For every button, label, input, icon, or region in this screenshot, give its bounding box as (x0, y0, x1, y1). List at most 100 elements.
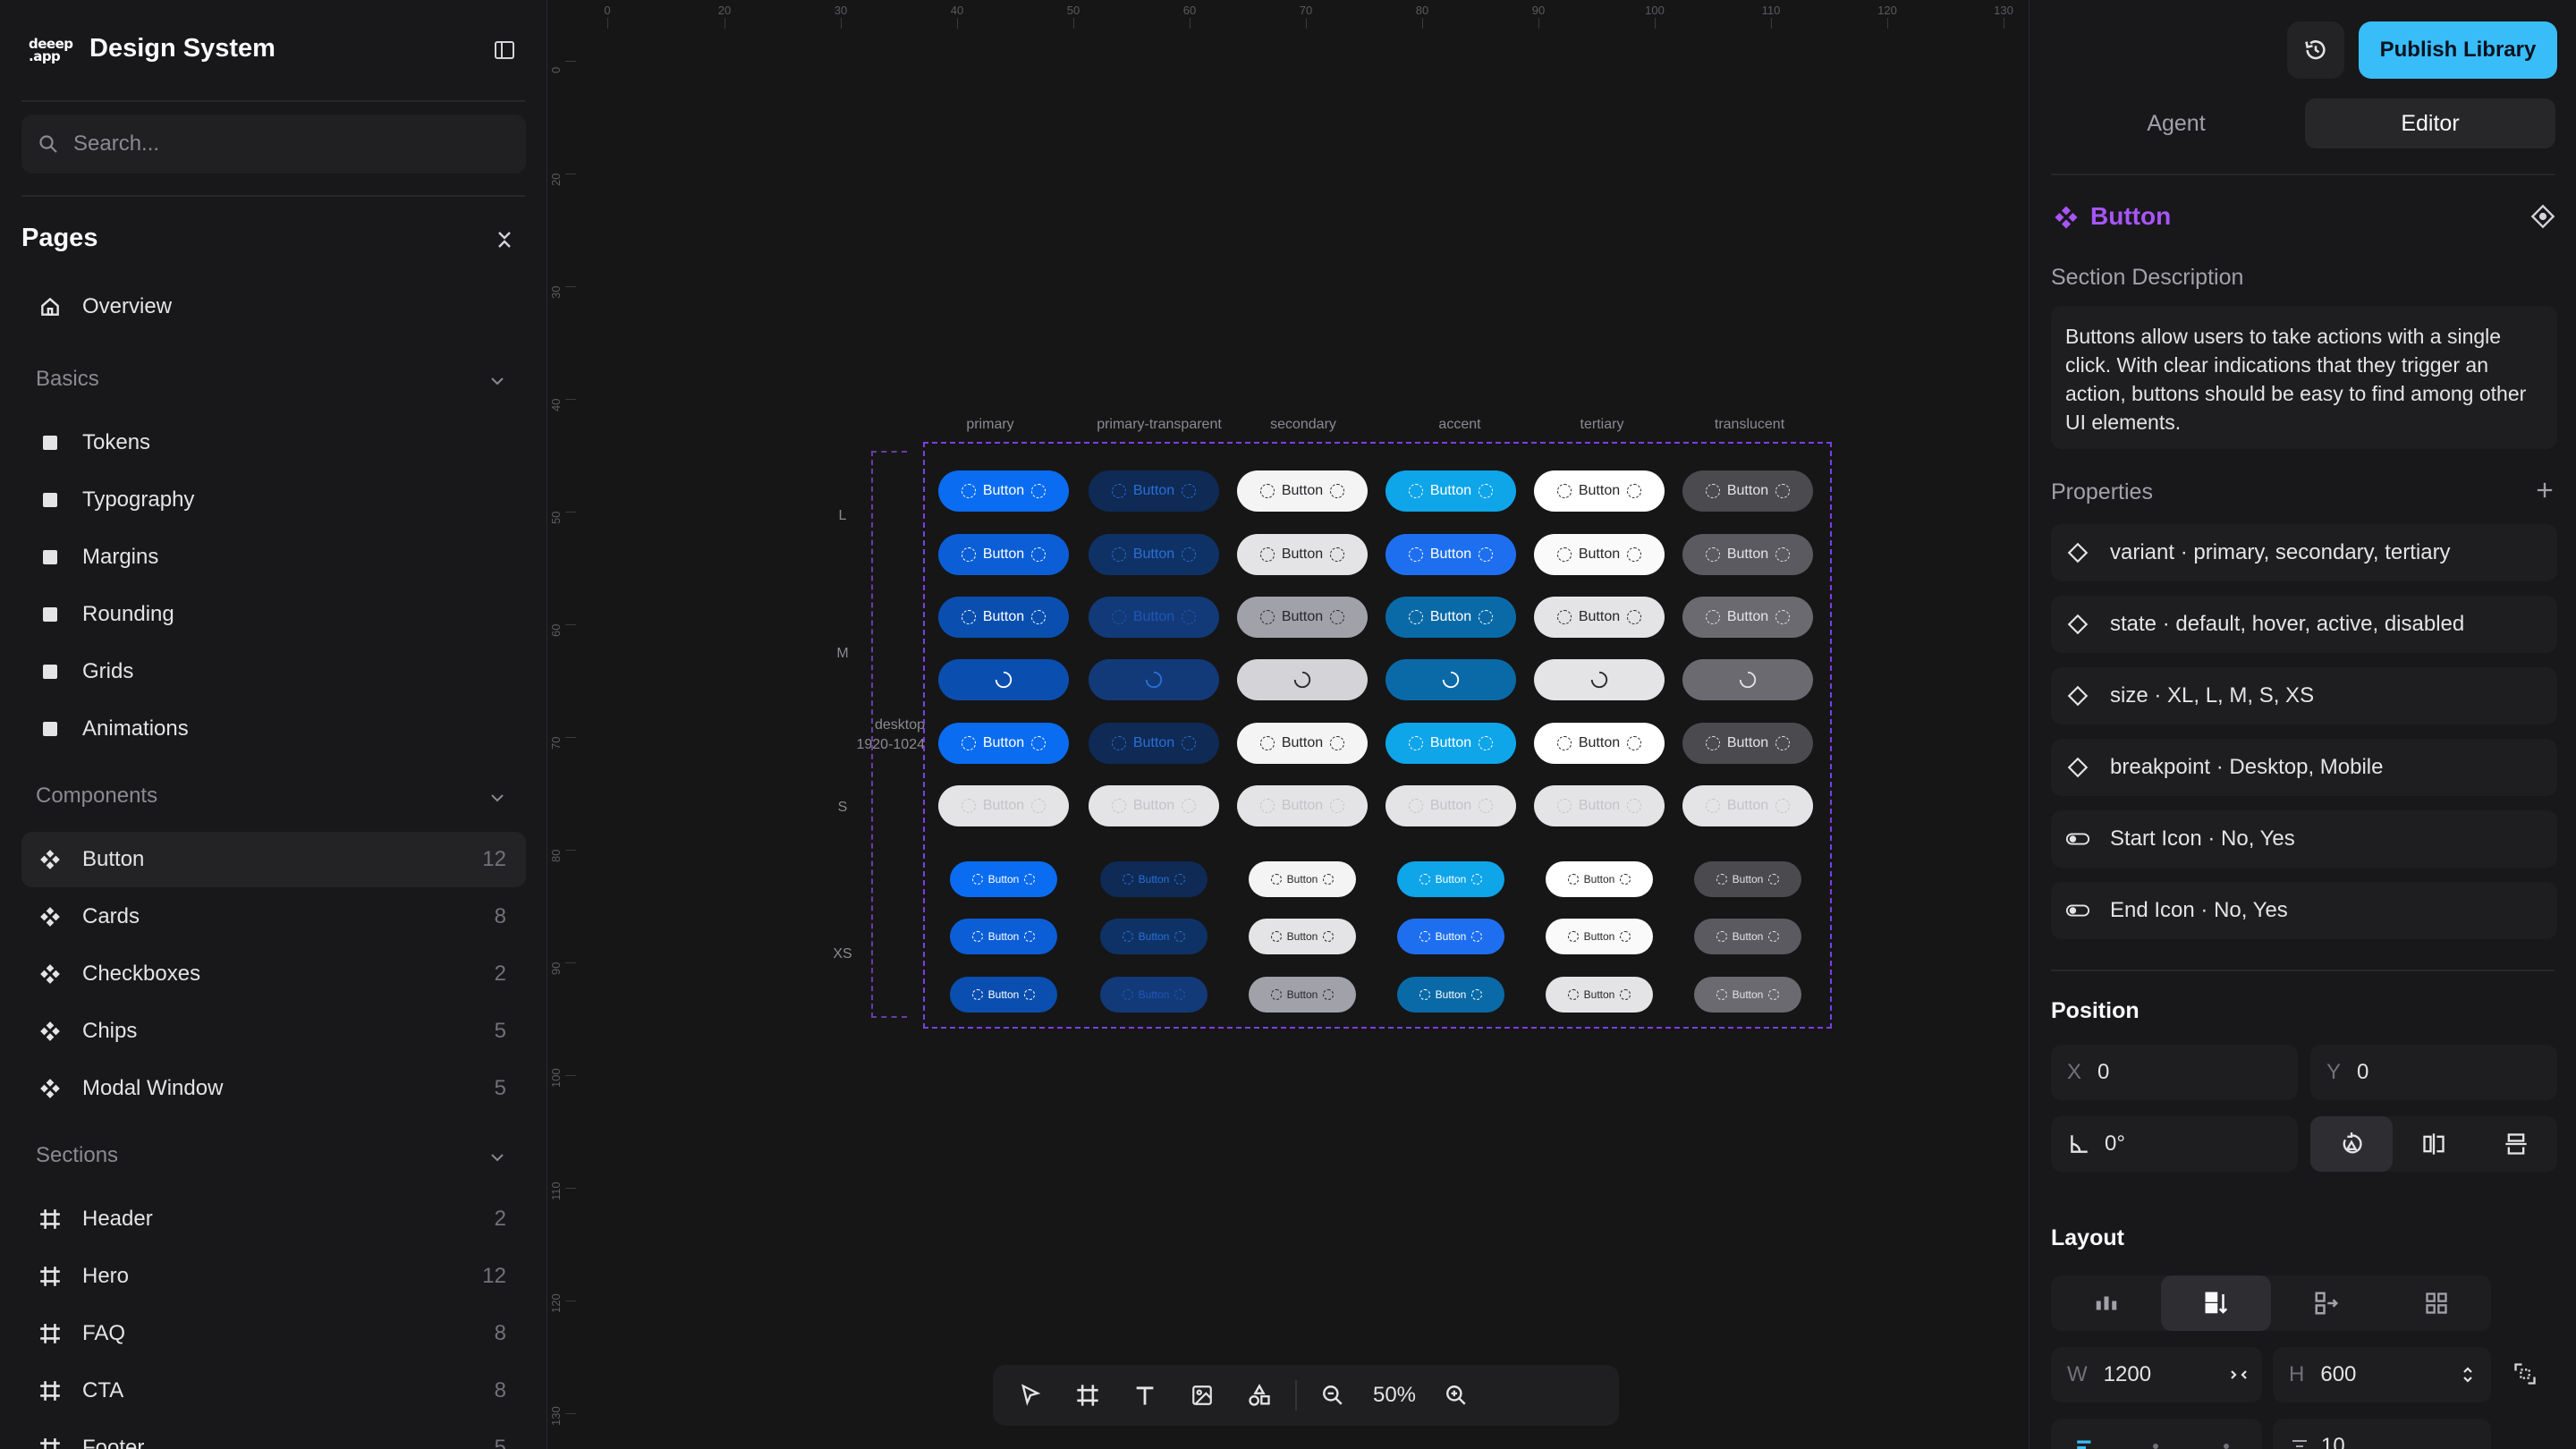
group-toggle-button[interactable] (487, 1147, 508, 1168)
translucent-button-sample[interactable]: Button (1694, 919, 1801, 954)
layout-free-button[interactable] (2051, 1275, 2161, 1331)
text-tool[interactable] (1116, 1370, 1174, 1420)
primary-button-sample[interactable]: Button (938, 785, 1069, 826)
accent-button-sample[interactable]: Button (1397, 977, 1504, 1013)
nav-item-margins[interactable]: Margins (21, 530, 526, 585)
nav-item-footer[interactable]: Footer 5 (21, 1420, 526, 1449)
accent-button-sample[interactable]: Button (1397, 919, 1504, 954)
secondary-button-sample[interactable]: Button (1237, 534, 1368, 575)
translucent-button-sample[interactable]: Button (1682, 785, 1813, 826)
secondary-button-sample[interactable]: Button (1237, 723, 1368, 764)
gap-field[interactable]: 10 (2273, 1419, 2491, 1449)
translucent-button-sample[interactable] (1682, 659, 1813, 700)
section-description-field[interactable]: Buttons allow users to take actions with… (2051, 306, 2557, 449)
zoom-out-button[interactable] (1304, 1370, 1361, 1420)
component-settings-button[interactable] (2529, 202, 2557, 231)
accent-button-sample[interactable]: Button (1385, 723, 1516, 764)
translucent-button-sample[interactable]: Button (1682, 597, 1813, 638)
primary-button-sample[interactable]: Button (950, 861, 1057, 897)
align-center-button[interactable] (2121, 1419, 2190, 1449)
group-toggle-button[interactable] (487, 787, 508, 809)
frame-tool[interactable] (1059, 1370, 1116, 1420)
layout-grid-button[interactable] (2381, 1275, 2491, 1331)
primary-button-sample[interactable]: Button (938, 723, 1069, 764)
primary-button-sample[interactable]: Button (938, 597, 1069, 638)
secondary-button-sample[interactable]: Button (1237, 597, 1368, 638)
align-right-button[interactable] (2190, 1419, 2262, 1449)
tertiary-button-sample[interactable]: Button (1546, 977, 1653, 1013)
layout-horizontal-button[interactable] (2271, 1275, 2381, 1331)
accent-button-sample[interactable]: Button (1385, 534, 1516, 575)
history-button[interactable] (2287, 21, 2344, 79)
height-field[interactable]: H 600 (2273, 1347, 2491, 1402)
secondary-button-sample[interactable] (1237, 659, 1368, 700)
primary-transparent-button-sample[interactable]: Button (1100, 977, 1208, 1013)
shapes-tool[interactable] (1231, 1370, 1288, 1420)
primary-button-sample[interactable]: Button (938, 534, 1069, 575)
property-row[interactable]: Start Icon · No, Yes (2051, 810, 2557, 868)
accent-button-sample[interactable]: Button (1385, 785, 1516, 826)
primary-button-sample[interactable]: Button (950, 977, 1057, 1013)
group-toggle-button[interactable] (487, 370, 508, 392)
primary-transparent-button-sample[interactable]: Button (1089, 723, 1219, 764)
tab-editor[interactable]: Editor (2305, 98, 2555, 148)
rotation-field[interactable]: 0° (2051, 1116, 2298, 1172)
translucent-button-sample[interactable]: Button (1694, 861, 1801, 897)
property-row[interactable]: variant · primary, secondary, tertiary (2051, 524, 2557, 581)
secondary-button-sample[interactable]: Button (1249, 861, 1356, 897)
primary-transparent-button-sample[interactable]: Button (1100, 919, 1208, 954)
tertiary-button-sample[interactable]: Button (1534, 723, 1665, 764)
secondary-button-sample[interactable]: Button (1249, 977, 1356, 1013)
translucent-button-sample[interactable]: Button (1682, 534, 1813, 575)
nav-item-chips[interactable]: Chips 5 (21, 1004, 526, 1059)
nav-item-rounding[interactable]: Rounding (21, 587, 526, 642)
collapse-sidebar-button[interactable] (490, 36, 519, 64)
collapse-pages-button[interactable] (490, 225, 519, 254)
property-row[interactable]: breakpoint · Desktop, Mobile (2051, 739, 2557, 796)
align-left-button[interactable] (2051, 1419, 2121, 1449)
design-canvas[interactable]: 0 20 30 40 50 60 70 80 90 100 110 120 130 0 20 30 40 50 6… (547, 0, 2029, 1449)
nav-item-modal-window[interactable]: Modal Window 5 (21, 1061, 526, 1116)
app-logo[interactable]: deeep .app (29, 38, 73, 64)
primary-button-sample[interactable]: Button (938, 470, 1069, 512)
primary-transparent-button-sample[interactable]: Button (1089, 597, 1219, 638)
tertiary-button-sample[interactable] (1534, 659, 1665, 700)
layout-vertical-button[interactable] (2161, 1275, 2271, 1331)
primary-transparent-button-sample[interactable]: Button (1089, 470, 1219, 512)
tab-agent[interactable]: Agent (2051, 98, 2301, 148)
accent-button-sample[interactable] (1385, 659, 1516, 700)
property-row[interactable]: state · default, hover, active, disabled (2051, 596, 2557, 653)
secondary-button-sample[interactable]: Button (1249, 919, 1356, 954)
tertiary-button-sample[interactable]: Button (1534, 785, 1665, 826)
tertiary-button-sample[interactable]: Button (1546, 861, 1653, 897)
nav-item-faq[interactable]: FAQ 8 (21, 1306, 526, 1361)
flip-vertical-button[interactable] (2475, 1116, 2557, 1172)
primary-button-sample[interactable] (938, 659, 1069, 700)
secondary-button-sample[interactable]: Button (1237, 470, 1368, 512)
tertiary-button-sample[interactable]: Button (1534, 597, 1665, 638)
flip-horizontal-button[interactable] (2393, 1116, 2475, 1172)
zoom-in-button[interactable] (1428, 1370, 1485, 1420)
primary-transparent-button-sample[interactable]: Button (1089, 534, 1219, 575)
accent-button-sample[interactable]: Button (1385, 597, 1516, 638)
primary-transparent-button-sample[interactable]: Button (1100, 861, 1208, 897)
nav-item-typography[interactable]: Typography (21, 472, 526, 528)
primary-transparent-button-sample[interactable]: Button (1089, 785, 1219, 826)
tertiary-button-sample[interactable]: Button (1534, 470, 1665, 512)
tertiary-button-sample[interactable]: Button (1546, 919, 1653, 954)
secondary-button-sample[interactable]: Button (1237, 785, 1368, 826)
nav-item-cta[interactable]: CTA 8 (21, 1363, 526, 1419)
primary-button-sample[interactable]: Button (950, 919, 1057, 954)
y-field[interactable]: Y0 (2310, 1045, 2557, 1100)
accent-button-sample[interactable]: Button (1385, 470, 1516, 512)
property-row[interactable]: size · XL, L, M, S, XS (2051, 667, 2557, 724)
nav-item-grids[interactable]: Grids (21, 644, 526, 699)
nav-item-checkboxes[interactable]: Checkboxes 2 (21, 946, 526, 1002)
add-property-button[interactable] (2532, 478, 2557, 503)
width-field[interactable]: W 1200 (2051, 1347, 2262, 1402)
nav-item-overview[interactable]: Overview (21, 279, 526, 335)
translucent-button-sample[interactable]: Button (1682, 723, 1813, 764)
nav-item-header[interactable]: Header 2 (21, 1191, 526, 1247)
property-row[interactable]: End Icon · No, Yes (2051, 882, 2557, 939)
nav-item-button[interactable]: Button 12 (21, 832, 526, 887)
